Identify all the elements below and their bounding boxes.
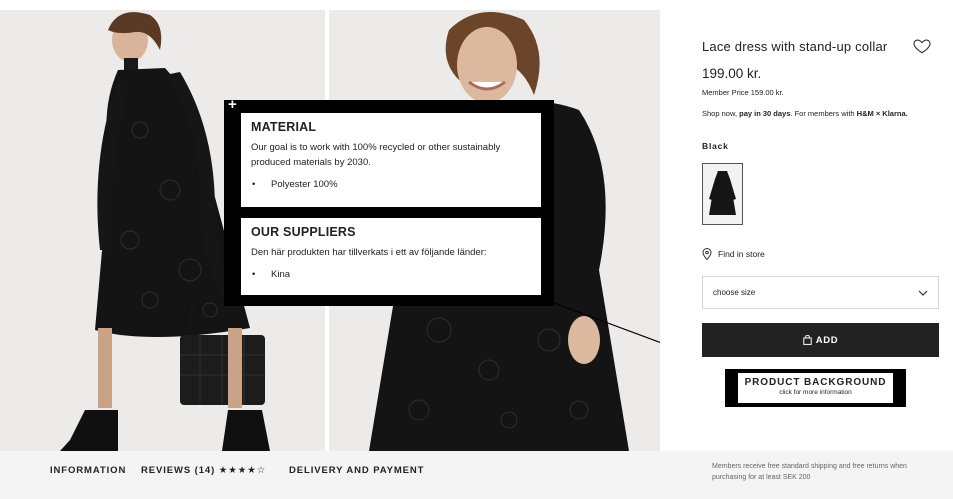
suppliers-description: Den här produkten har tillverkats i ett … — [251, 247, 487, 258]
product-background-subtitle: click for more information — [779, 389, 852, 396]
color-swatch-black[interactable] — [702, 163, 743, 225]
dress-thumbnail — [709, 171, 736, 215]
tab-information[interactable]: INFORMATION — [50, 465, 126, 476]
tab-reviews[interactable]: REVIEWS (14) ★★★★☆ — [141, 465, 266, 476]
find-in-store-label: Find in store — [718, 249, 765, 259]
material-description: Our goal is to work with 100% recycled o… — [251, 142, 501, 168]
size-select[interactable]: choose size — [702, 276, 939, 309]
product-price: 199.00 kr. — [702, 66, 762, 81]
product-background-callout[interactable]: PRODUCT BACKGROUND click for more inform… — [725, 369, 906, 407]
plus-icon[interactable]: + — [228, 97, 237, 112]
material-card: MATERIAL Our goal is to work with 100% r… — [241, 113, 541, 207]
member-price: Member Price 159.00 kr. — [702, 88, 784, 97]
chevron-down-icon — [918, 290, 928, 296]
klarna-pay-later[interactable]: pay in 30 days — [739, 109, 790, 118]
material-heading: MATERIAL — [251, 120, 317, 134]
shipping-note: Members receive free standard shipping a… — [712, 463, 907, 481]
size-select-placeholder: choose size — [713, 288, 756, 297]
product-title: Lace dress with stand-up collar — [702, 39, 888, 54]
star-rating: ★★★★☆ — [218, 465, 267, 476]
tab-delivery-payment[interactable]: DELIVERY AND PAYMENT — [289, 465, 424, 476]
color-label: Black — [702, 141, 729, 151]
list-item: Polyester 100% — [251, 179, 531, 190]
klarna-suffix: . For members with — [790, 109, 857, 118]
heart-icon[interactable] — [913, 37, 931, 55]
product-info-overlay: + MATERIAL Our goal is to work with 100%… — [224, 97, 554, 306]
shopping-bag-icon — [803, 335, 812, 345]
suppliers-card: OUR SUPPLIERS Den här produkten har till… — [241, 218, 541, 295]
bottom-tab-bar: INFORMATION REVIEWS (14) ★★★★☆ DELIVERY … — [0, 451, 953, 499]
suppliers-list: Kina — [251, 269, 531, 280]
list-item: Kina — [251, 269, 531, 280]
tab-reviews-label: REVIEWS (14) — [141, 465, 216, 476]
suppliers-heading: OUR SUPPLIERS — [251, 225, 356, 239]
klarna-brand-logo: H&M × Klarna. — [856, 109, 908, 118]
klarna-prefix: Shop now, — [702, 109, 740, 118]
product-background-label-box: PRODUCT BACKGROUND click for more inform… — [738, 373, 893, 403]
add-to-bag-button[interactable]: ADD — [702, 323, 939, 357]
location-pin-icon — [702, 248, 712, 260]
add-button-label: ADD — [815, 334, 839, 346]
material-list: Polyester 100% — [251, 179, 531, 190]
klarna-info: Shop now, pay in 30 days. For members wi… — [702, 109, 908, 118]
find-in-store-link[interactable]: Find in store — [702, 248, 765, 260]
product-background-title: PRODUCT BACKGROUND — [744, 377, 887, 388]
